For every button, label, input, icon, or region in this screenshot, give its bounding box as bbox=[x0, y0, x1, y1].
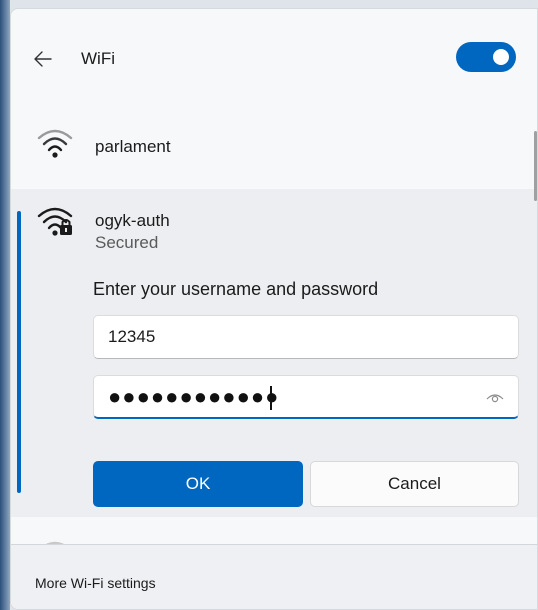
eye-icon[interactable] bbox=[486, 390, 504, 404]
password-input[interactable] bbox=[108, 376, 468, 418]
toggle-knob bbox=[493, 49, 509, 65]
username-input[interactable] bbox=[108, 316, 468, 358]
cancel-button[interactable]: Cancel bbox=[310, 461, 519, 507]
selection-indicator bbox=[17, 211, 21, 493]
back-arrow-icon bbox=[34, 51, 52, 67]
page-title: WiFi bbox=[81, 49, 115, 68]
ok-button[interactable]: OK bbox=[93, 461, 303, 507]
network-item-parlament[interactable]: parlament bbox=[11, 105, 537, 183]
network-item-ogyk-auth[interactable]: ogyk-auth Secured Enter your username an… bbox=[11, 189, 537, 517]
wifi-flyout-panel: WiFi parlament ogyk-auth Secured Enter y… bbox=[10, 8, 538, 610]
credentials-prompt: Enter your username and password bbox=[93, 279, 379, 299]
network-name: ogyk-auth bbox=[95, 211, 170, 230]
text-caret bbox=[270, 386, 272, 410]
wifi-toggle[interactable] bbox=[456, 42, 516, 72]
password-field[interactable] bbox=[93, 375, 519, 419]
desktop-background: WiFi parlament ogyk-auth Secured Enter y… bbox=[0, 0, 538, 610]
network-name: parlament bbox=[95, 137, 171, 156]
scrollbar[interactable] bbox=[534, 131, 537, 201]
flyout-footer: More Wi-Fi settings bbox=[11, 544, 537, 609]
username-field[interactable] bbox=[93, 315, 519, 359]
window-edge bbox=[0, 0, 10, 610]
flyout-header: WiFi bbox=[11, 9, 537, 105]
network-status: Secured bbox=[95, 233, 159, 252]
back-button[interactable] bbox=[29, 45, 57, 73]
wifi-signal-icon bbox=[37, 129, 73, 158]
more-wifi-settings-link[interactable]: More Wi-Fi settings bbox=[35, 575, 156, 591]
wifi-secured-icon bbox=[37, 207, 73, 236]
network-item-partial[interactable] bbox=[11, 517, 537, 552]
